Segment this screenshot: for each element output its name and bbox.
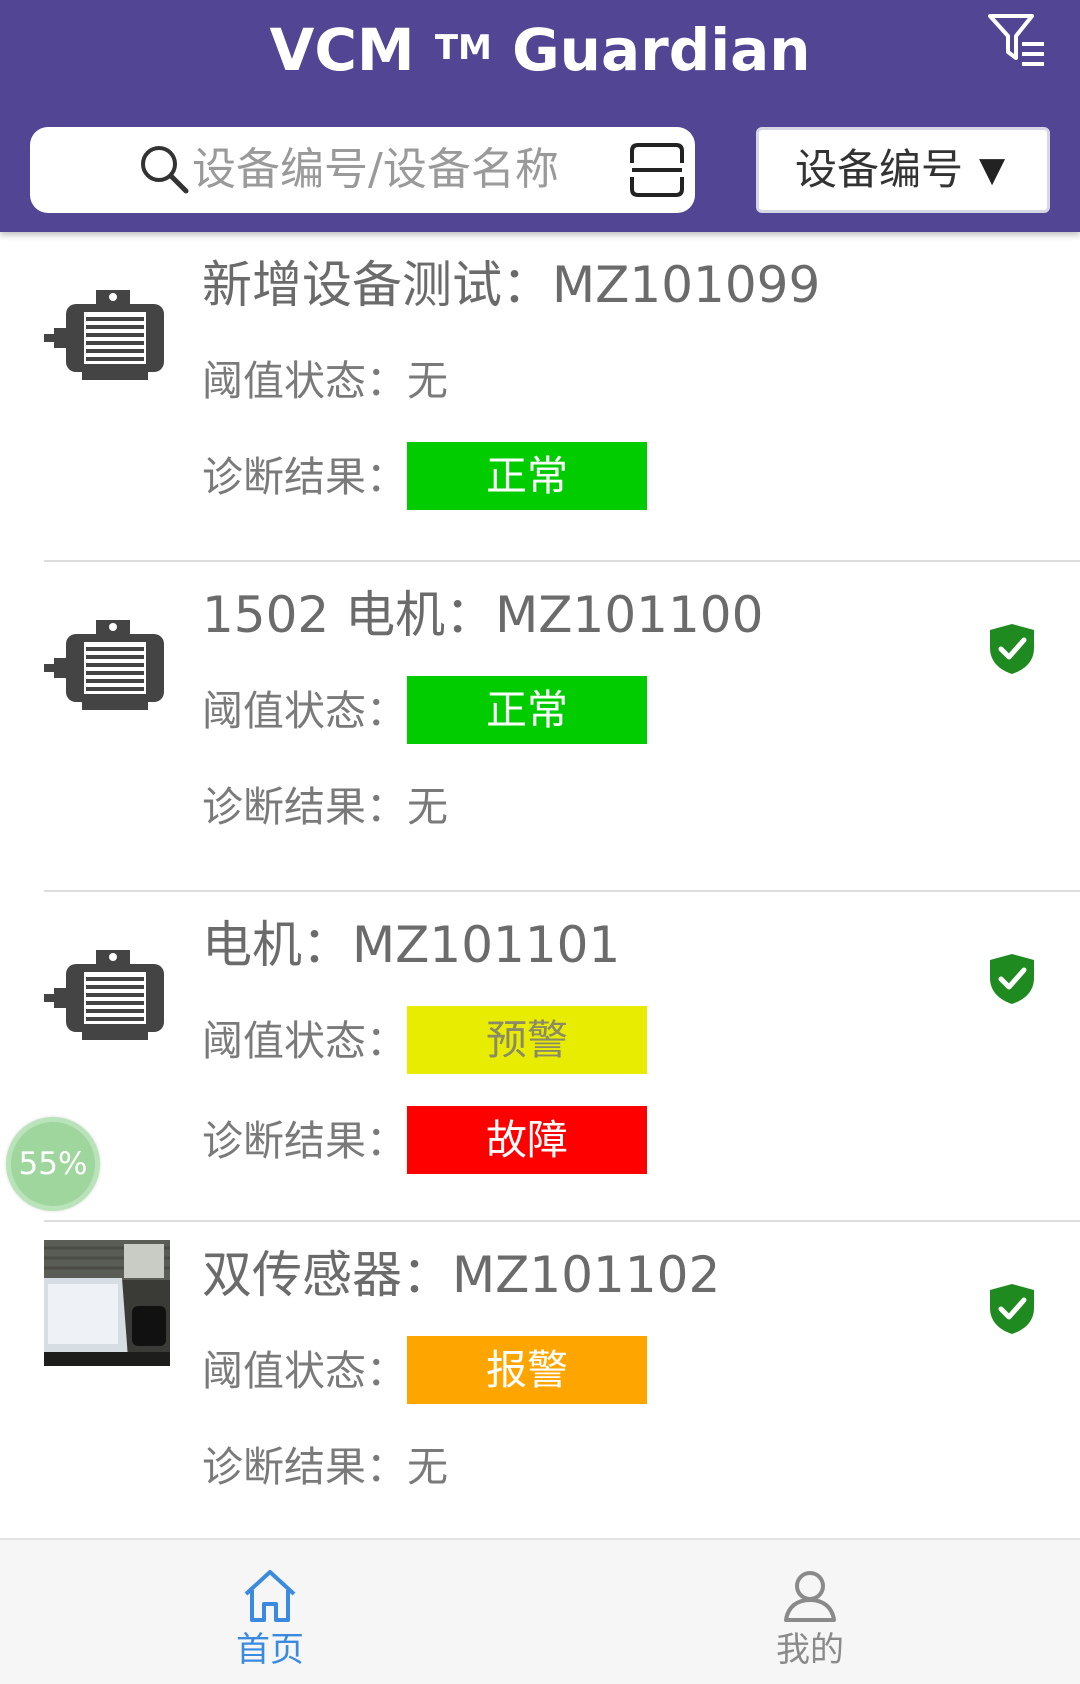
diagnosis-row: 诊断结果： 正常 (202, 442, 647, 512)
diagnosis-row: 诊断结果：无 (202, 772, 448, 842)
device-title: 双传感器：MZ101102 (202, 1246, 721, 1304)
motor-icon (44, 932, 170, 1058)
status-badge: 正常 (407, 676, 647, 744)
shield-check-icon (988, 622, 1036, 676)
diagnosis-row: 诊断结果： 故障 (202, 1106, 647, 1176)
motor-icon (44, 272, 170, 398)
threshold-label: 阈值状态： (202, 1017, 407, 1065)
status-badge: 故障 (407, 1106, 647, 1174)
nav-home[interactable]: 首页 (170, 1540, 370, 1684)
caret-down-icon: ▼ (979, 150, 1006, 190)
threshold-label: 阈值状态： (202, 1347, 407, 1395)
diagnosis-row: 诊断结果：无 (202, 1432, 448, 1502)
user-icon (780, 1566, 840, 1626)
threshold-row: 阈值状态： 报警 (202, 1336, 647, 1406)
select-value: 设备编号 (795, 145, 964, 194)
device-item[interactable]: 新增设备测试：MZ101099 阈值状态：无 诊断结果： 正常 (0, 232, 1080, 562)
shield-check-icon (988, 1282, 1036, 1336)
status-badge: 预警 (407, 1006, 647, 1074)
trademark: TM (434, 28, 492, 68)
search-type-select[interactable]: 设备编号 ▼ (756, 127, 1050, 213)
diagnosis-label: 诊断结果： (202, 453, 407, 501)
status-badge: 报警 (407, 1336, 647, 1404)
search-input[interactable]: 设备编号/设备名称 (30, 127, 695, 213)
app-title: VCM TM Guardian (0, 10, 1080, 90)
search-placeholder: 设备编号/设备名称 (192, 144, 559, 195)
threshold-label: 阈值状态： (202, 357, 407, 405)
diagnosis-label: 诊断结果： (202, 783, 407, 831)
threshold-value: 无 (407, 357, 448, 405)
threshold-label: 阈值状态： (202, 687, 407, 735)
threshold-row: 阈值状态： 正常 (202, 676, 647, 746)
device-item[interactable]: 双传感器：MZ101102 阈值状态： 报警 诊断结果：无 (0, 1222, 1080, 1538)
app-suffix: Guardian (512, 16, 811, 84)
device-title: 1502 电机：MZ101100 (202, 586, 764, 644)
threshold-row: 阈值状态： 预警 (202, 1006, 647, 1076)
home-icon (240, 1566, 300, 1626)
app-name: VCM (269, 16, 415, 84)
motor-icon (44, 602, 170, 728)
diagnosis-label: 诊断结果： (202, 1443, 407, 1491)
app-header: VCM TM Guardian 设备编号/设备名称 设备编号 ▼ (0, 0, 1080, 232)
nav-profile[interactable]: 我的 (710, 1540, 910, 1684)
diagnosis-value: 无 (407, 1443, 448, 1491)
bottom-nav: 首页 我的 (0, 1538, 1080, 1684)
device-photo (44, 1240, 170, 1366)
device-item[interactable]: 电机：MZ101101 阈值状态： 预警 诊断结果： 故障 (0, 892, 1080, 1222)
progress-bubble[interactable]: 55% (6, 1117, 100, 1211)
search-icon (136, 141, 192, 197)
nav-profile-label: 我的 (776, 1630, 844, 1670)
diagnosis-value: 无 (407, 783, 448, 831)
shield-check-icon (988, 952, 1036, 1006)
scan-icon[interactable] (628, 141, 686, 199)
nav-home-label: 首页 (236, 1630, 304, 1670)
filter-list-icon[interactable] (986, 12, 1048, 72)
device-title: 新增设备测试：MZ101099 (202, 256, 821, 314)
status-badge: 正常 (407, 442, 647, 510)
threshold-row: 阈值状态：无 (202, 346, 448, 416)
device-item[interactable]: 1502 电机：MZ101100 阈值状态： 正常 诊断结果：无 (0, 562, 1080, 892)
diagnosis-label: 诊断结果： (202, 1117, 407, 1165)
device-title: 电机：MZ101101 (202, 916, 621, 974)
